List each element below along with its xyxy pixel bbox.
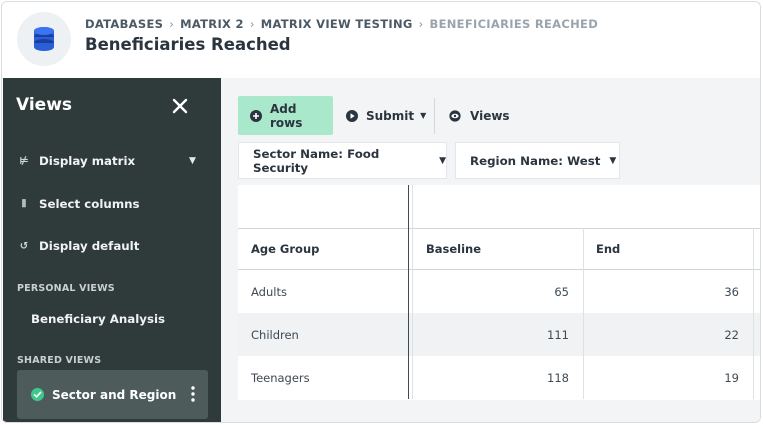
column-divider xyxy=(412,185,413,399)
submit-label: Submit xyxy=(366,108,415,123)
close-icon[interactable] xyxy=(171,97,189,115)
chevron-down-icon: ▼ xyxy=(609,155,617,166)
kebab-menu-icon[interactable] xyxy=(191,386,195,402)
reset-icon: ↺ xyxy=(19,240,29,252)
sidebar-item-label: Display matrix xyxy=(39,154,136,168)
breadcrumb-matrix-view-testing[interactable]: MATRIX VIEW TESTING xyxy=(261,17,413,31)
breadcrumb-databases[interactable]: DATABASES xyxy=(85,17,163,31)
table-row[interactable]: Teenagers 118 19 xyxy=(238,356,760,399)
breadcrumb-separator: › xyxy=(418,17,424,31)
eye-icon xyxy=(449,109,461,122)
sidebar-item-label: Display default xyxy=(39,239,140,253)
add-rows-label: Add rows xyxy=(270,101,303,130)
row-label: Teenagers xyxy=(251,370,310,385)
end-cell[interactable]: 36 xyxy=(583,270,753,313)
chevron-down-icon[interactable]: ▼ xyxy=(189,156,196,166)
database-icon xyxy=(34,27,54,51)
add-rows-button[interactable]: Add rows xyxy=(238,96,333,135)
sector-filter-dropdown[interactable]: Sector Name: Food Security ▼ xyxy=(238,142,447,179)
shared-views-label: SHARED VIEWS xyxy=(17,355,102,366)
views-label: Views xyxy=(470,108,510,123)
sidebar-title: Views xyxy=(16,95,73,115)
column-header-end[interactable]: End xyxy=(583,229,753,269)
toolbar-divider xyxy=(434,98,435,134)
personal-views-label: PERSONAL VIEWS xyxy=(17,283,115,294)
column-divider xyxy=(583,228,584,399)
end-cell[interactable]: 22 xyxy=(583,313,753,356)
database-badge xyxy=(17,12,71,66)
chevron-down-icon: ▼ xyxy=(439,155,446,166)
column-divider xyxy=(753,228,754,399)
sidebar-item-label: Select columns xyxy=(39,197,140,211)
breadcrumb-separator: › xyxy=(169,17,175,31)
breadcrumb-separator: › xyxy=(249,17,255,31)
baseline-cell[interactable]: 111 xyxy=(413,313,583,356)
shared-view-item[interactable]: Sector and Region xyxy=(17,370,208,419)
baseline-cell[interactable]: 65 xyxy=(413,270,583,313)
matrix-icon: ⊭ xyxy=(19,155,29,167)
breadcrumb-current: BENEFICIARIES REACHED xyxy=(429,17,599,31)
page-header: DATABASES › MATRIX 2 › MATRIX VIEW TESTING › B… xyxy=(2,2,760,78)
add-icon xyxy=(250,109,262,122)
row-label: Children xyxy=(251,327,299,342)
row-label: Adults xyxy=(251,284,287,299)
main-panel: Add rows Submit ▼ Views Sector Name: Foo… xyxy=(221,78,760,422)
page-title: Beneficiaries Reached xyxy=(85,35,291,54)
breadcrumb: DATABASES › MATRIX 2 › MATRIX VIEW TESTING › B… xyxy=(85,17,598,31)
app-window: DATABASES › MATRIX 2 › MATRIX VIEW TESTING › B… xyxy=(1,1,761,423)
columns-icon: ⦀ xyxy=(21,198,27,210)
submit-button[interactable]: Submit ▼ xyxy=(346,96,431,135)
sidebar-item-display-matrix[interactable]: ⊭ Display matrix ▼ xyxy=(17,149,196,173)
views-button[interactable]: Views xyxy=(448,96,518,135)
sidebar-item-display-default[interactable]: ↺ Display default xyxy=(17,234,140,258)
breadcrumb-matrix[interactable]: MATRIX 2 xyxy=(180,17,244,31)
check-icon xyxy=(31,388,44,401)
column-header-baseline[interactable]: Baseline xyxy=(413,229,583,269)
baseline-cell[interactable]: 118 xyxy=(413,356,583,399)
chevron-down-icon: ▼ xyxy=(420,111,427,120)
data-table: Age Group Baseline End Adults 65 36 Chil… xyxy=(238,185,760,400)
table-row[interactable]: Adults 65 36 xyxy=(238,270,760,313)
table-row[interactable]: Children 111 22 xyxy=(238,313,760,356)
end-cell[interactable]: 19 xyxy=(583,356,753,399)
region-filter-dropdown[interactable]: Region Name: West ▼ xyxy=(455,142,620,179)
views-sidebar: Views ⊭ Display matrix ▼ ⦀ Select column… xyxy=(3,78,221,422)
submit-icon xyxy=(346,109,358,122)
frozen-column-divider xyxy=(408,185,409,399)
table-header-row: Age Group Baseline End xyxy=(238,228,760,270)
column-header-age-group[interactable]: Age Group xyxy=(238,229,408,269)
sector-filter-value: Sector Name: Food Security xyxy=(253,146,380,175)
region-filter-value: Region Name: West xyxy=(470,153,601,168)
personal-view-item[interactable]: Beneficiary Analysis xyxy=(31,312,165,326)
shared-view-label: Sector and Region xyxy=(52,387,177,402)
sidebar-item-select-columns[interactable]: ⦀ Select columns xyxy=(17,192,140,216)
